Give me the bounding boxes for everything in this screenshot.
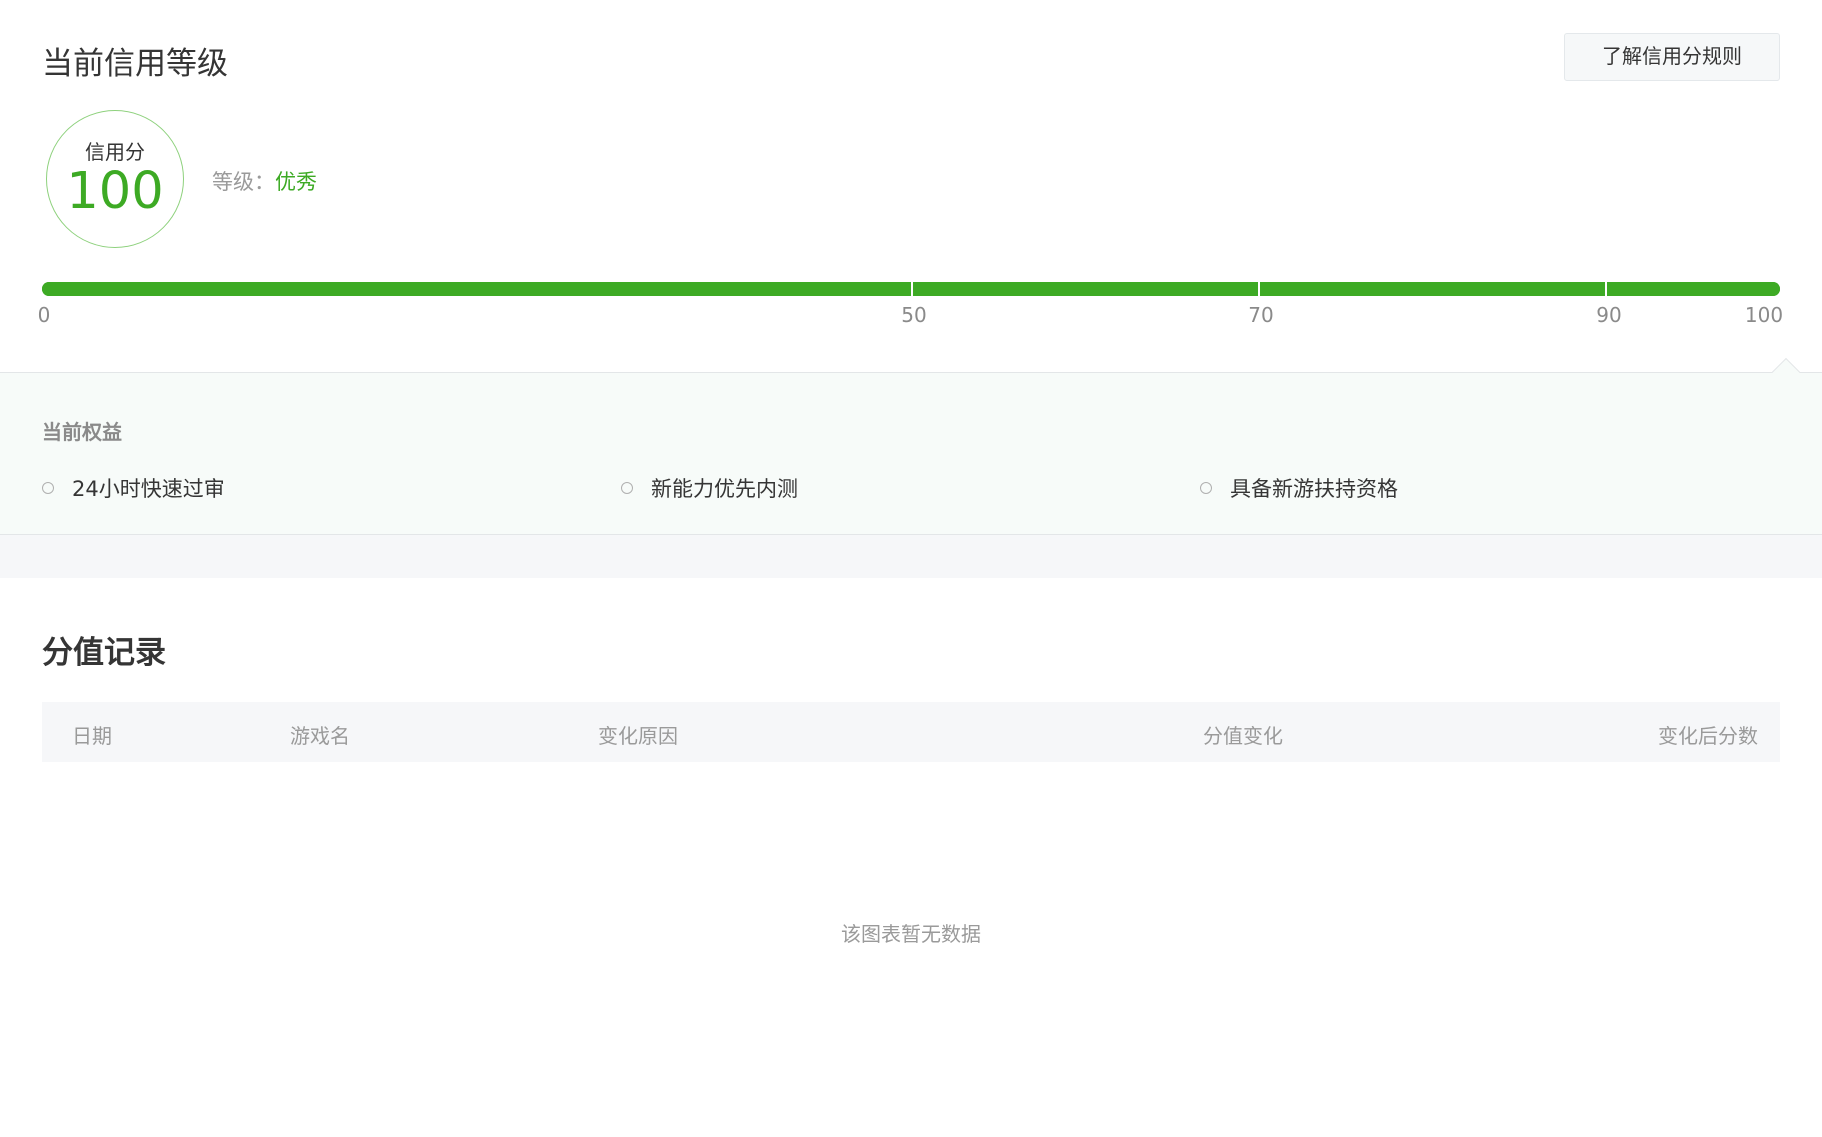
rights-item-label: 具备新游扶持资格: [1230, 477, 1398, 501]
rights-item: 24小时快速过审: [42, 473, 225, 503]
rights-item: 新能力优先内测: [621, 473, 798, 503]
credit-level-section: 当前信用等级 了解信用分规则 信用分 100 等级：优秀 0 50 70 90 …: [0, 0, 1822, 372]
rights-title: 当前权益: [42, 420, 122, 444]
bullet-icon: [621, 482, 633, 494]
column-header-score-after: 变化后分数: [1658, 724, 1758, 748]
progress-divider: [1605, 282, 1607, 296]
rights-item-label: 24小时快速过审: [72, 477, 225, 501]
rights-item: 具备新游扶持资格: [1200, 473, 1398, 503]
progress-divider: [911, 282, 913, 296]
column-header-reason: 变化原因: [598, 724, 678, 748]
bullet-icon: [42, 482, 54, 494]
credit-score-label: 信用分: [85, 140, 145, 164]
credit-progress-bar: [42, 282, 1780, 296]
records-table-header: 日期 游戏名 变化原因 分值变化 变化后分数: [42, 702, 1780, 762]
rights-item-label: 新能力优先内测: [651, 477, 798, 501]
progress-tick: 70: [1248, 303, 1274, 327]
current-rights-panel: 当前权益 24小时快速过审 新能力优先内测 具备新游扶持资格: [0, 357, 1822, 535]
credit-rules-button[interactable]: 了解信用分规则: [1564, 33, 1780, 81]
credit-score-value: 100: [66, 162, 164, 221]
column-header-game: 游戏名: [290, 724, 350, 748]
progress-tick: 100: [1744, 303, 1784, 327]
progress-tick: 50: [901, 303, 927, 327]
column-header-change: 分值变化: [1203, 724, 1283, 748]
empty-state-text: 该图表暂无数据: [841, 922, 981, 946]
progress-divider: [1258, 282, 1260, 296]
progress-tick: 0: [37, 303, 51, 327]
credit-page: 当前信用等级 了解信用分规则 信用分 100 等级：优秀 0 50 70 90 …: [0, 0, 1822, 1137]
progress-tick: 90: [1596, 303, 1622, 327]
level-label: 等级：: [212, 170, 275, 194]
records-title: 分值记录: [42, 635, 166, 671]
page-title: 当前信用等级: [42, 46, 228, 82]
credit-score-circle: 信用分 100: [46, 110, 184, 248]
level-value: 优秀: [275, 170, 317, 194]
bullet-icon: [1200, 482, 1212, 494]
section-divider: [0, 535, 1822, 578]
column-header-date: 日期: [72, 724, 112, 748]
credit-level: 等级：优秀: [212, 166, 317, 196]
